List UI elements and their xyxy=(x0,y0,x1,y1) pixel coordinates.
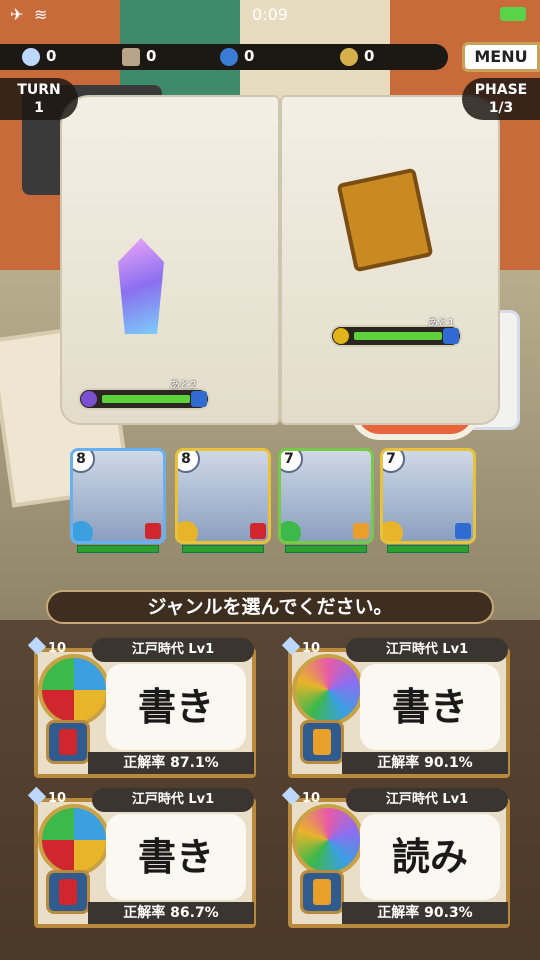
party-hp-bar xyxy=(387,545,469,553)
coin-count: 0 xyxy=(340,47,374,66)
genre-label: 江戸時代 Lv1 xyxy=(92,788,254,812)
battery-icon xyxy=(500,7,526,21)
quiz-type-label: 書き xyxy=(106,814,246,900)
diamond-icon xyxy=(27,636,47,656)
genre-card-2[interactable]: 江戸時代 Lv1 10 書き 正解率 90.1% xyxy=(278,636,510,778)
clock: 0:09 xyxy=(252,5,288,24)
turn-value: 1 xyxy=(34,100,44,116)
turn-label: TURN xyxy=(17,82,61,98)
diamond-icon xyxy=(281,636,301,656)
shield-icon xyxy=(300,720,344,764)
menu-button[interactable]: MENU xyxy=(462,42,540,72)
quiz-type-label: 書き xyxy=(360,664,500,750)
genre-card-1[interactable]: 江戸時代 Lv1 10 書き 正解率 87.1% xyxy=(24,636,256,778)
party-member-3[interactable]: 7 xyxy=(278,448,374,544)
quiz-type-label: 読み xyxy=(360,814,500,900)
shield-icon xyxy=(46,720,90,764)
element-icon xyxy=(383,521,403,541)
genre-prompt: ジャンルを選んでください。 xyxy=(46,590,494,624)
hp-fill xyxy=(354,332,442,340)
level-badge: 7 xyxy=(281,451,303,473)
party-member-4[interactable]: 7 xyxy=(380,448,476,544)
accuracy-rate: 正解率 90.3% xyxy=(342,902,508,924)
diamond-count: 0 xyxy=(22,47,56,66)
chest-count: 0 xyxy=(122,47,156,66)
level-badge: 8 xyxy=(178,451,200,473)
chest-icon xyxy=(122,47,140,66)
status-bar: ✈ ≋ 0:09 xyxy=(0,0,540,30)
accuracy-rate: 正解率 90.1% xyxy=(342,752,508,774)
diamond-icon xyxy=(281,786,301,806)
diamond-icon xyxy=(27,786,47,806)
element-icon xyxy=(178,521,198,541)
quiz-type-label: 書き xyxy=(106,664,246,750)
genre-label: 江戸時代 Lv1 xyxy=(346,638,508,662)
accuracy-rate: 正解率 87.1% xyxy=(88,752,254,774)
skill-icon xyxy=(353,523,369,539)
sword-skill-icon xyxy=(443,328,459,344)
enemy-countdown: あと1 xyxy=(428,318,455,329)
diamond-icon xyxy=(22,47,40,66)
party-hp-bar xyxy=(285,545,367,553)
accuracy-rate: 正解率 86.7% xyxy=(88,902,254,924)
genre-label: 江戸時代 Lv1 xyxy=(346,788,508,812)
enemy-hp-bar-crystal xyxy=(78,388,210,410)
skill-icon xyxy=(455,523,471,539)
element-orb-icon xyxy=(292,654,364,726)
party-member-2[interactable]: 8 xyxy=(175,448,271,544)
level-badge: 8 xyxy=(73,451,95,473)
moon-element-icon xyxy=(81,391,97,407)
sword-skill-icon xyxy=(191,391,207,407)
phase-label: PHASE xyxy=(474,82,528,98)
element-icon xyxy=(281,521,301,541)
phase-indicator: PHASE 1/3 xyxy=(462,78,540,120)
skill-icon xyxy=(145,523,161,539)
turn-indicator: TURN 1 xyxy=(0,78,78,120)
element-orb-icon xyxy=(292,804,364,876)
resource-bar: 0 0 0 0 xyxy=(0,44,448,70)
level-badge: 7 xyxy=(383,451,405,473)
element-orb-icon xyxy=(38,654,110,726)
shield-icon xyxy=(300,870,344,914)
genre-card-4[interactable]: 江戸時代 Lv1 10 読み 正解率 90.3% xyxy=(278,786,510,928)
game-screen: あと2 あと1 8 8 7 7 ✈ ≋ 0:09 0 0 0 0 MENU TURN … xyxy=(0,0,540,960)
battle-scene: あと2 あと1 8 8 7 7 xyxy=(0,0,540,620)
hp-fill xyxy=(102,395,190,403)
element-icon xyxy=(73,521,93,541)
phase-value: 1/3 xyxy=(488,100,514,116)
enemy-countdown: あと2 xyxy=(170,380,197,391)
potion-icon xyxy=(220,47,238,66)
coin-icon xyxy=(340,47,358,66)
genre-label: 江戸時代 Lv1 xyxy=(92,638,254,662)
sun-element-icon xyxy=(333,328,349,344)
element-orb-icon xyxy=(38,804,110,876)
party-hp-bar xyxy=(182,545,264,553)
shield-icon xyxy=(46,870,90,914)
genre-card-3[interactable]: 江戸時代 Lv1 10 書き 正解率 86.7% xyxy=(24,786,256,928)
potion-count: 0 xyxy=(220,47,254,66)
skill-icon xyxy=(250,523,266,539)
party-member-1[interactable]: 8 xyxy=(70,448,166,544)
party-hp-bar xyxy=(77,545,159,553)
